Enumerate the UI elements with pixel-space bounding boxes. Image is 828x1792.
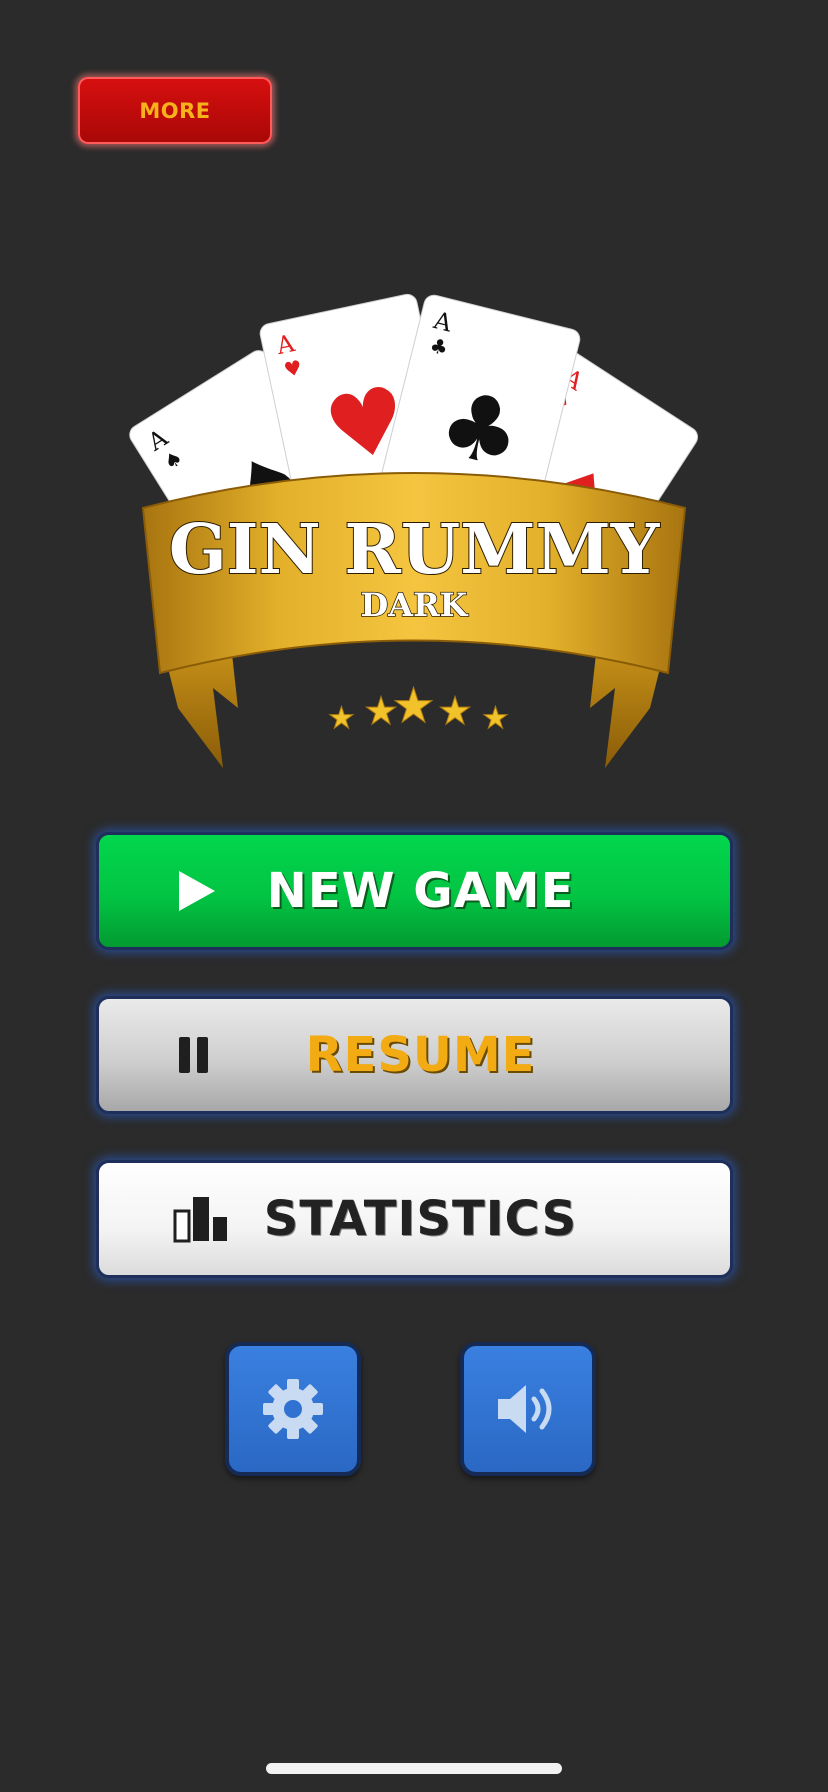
gin-rummy-logo: A ♠ ♠ A ♦ ♦ A ♥ ♥ A ♣ ♣ GIN bbox=[129, 293, 699, 768]
star-icon: ★ bbox=[438, 689, 472, 733]
rating-stars: ★ ★ ★ ★ ★ bbox=[328, 678, 510, 737]
logo-title: GIN RUMMY bbox=[169, 510, 661, 590]
new-game-button[interactable]: NEW GAME bbox=[96, 832, 733, 950]
more-button-label: MORE bbox=[139, 98, 211, 123]
star-icon: ★ bbox=[392, 678, 435, 734]
logo-subtitle: DARK bbox=[361, 586, 469, 624]
settings-button[interactable] bbox=[225, 1342, 361, 1476]
gear-icon bbox=[263, 1379, 323, 1439]
star-icon: ★ bbox=[328, 701, 355, 736]
resume-label: RESUME bbox=[305, 1027, 536, 1083]
home-indicator[interactable] bbox=[266, 1763, 562, 1774]
speaker-icon bbox=[498, 1385, 552, 1433]
main-menu-screen: MORE A ♠ ♠ A ♦ bbox=[0, 0, 828, 1792]
resume-button[interactable]: RESUME bbox=[96, 996, 733, 1114]
sound-button[interactable] bbox=[460, 1342, 596, 1476]
statistics-label: STATISTICS bbox=[263, 1191, 578, 1247]
star-icon: ★ bbox=[482, 701, 509, 736]
new-game-label: NEW GAME bbox=[266, 863, 575, 919]
more-button[interactable]: MORE bbox=[78, 77, 272, 144]
statistics-button[interactable]: STATISTICS bbox=[96, 1160, 733, 1278]
